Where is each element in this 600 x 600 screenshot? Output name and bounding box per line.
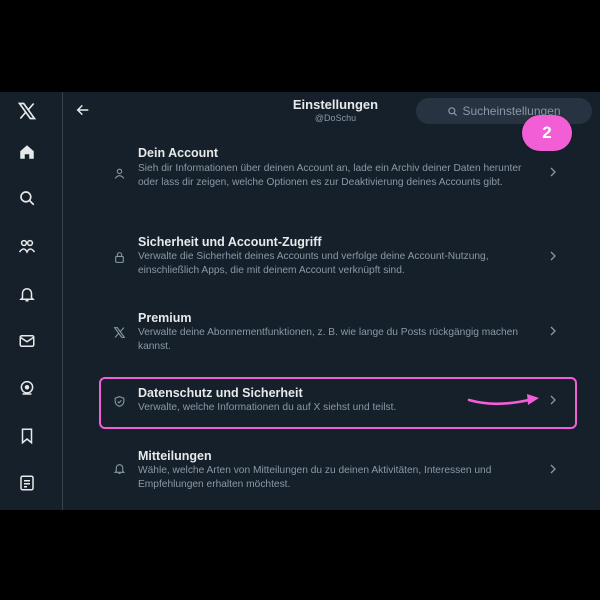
settings-item-description: Verwalte deine Abonnementfunktionen, z. … bbox=[138, 327, 519, 352]
messages-icon[interactable] bbox=[14, 328, 40, 354]
communities-icon[interactable] bbox=[14, 233, 40, 259]
settings-item-description: Sieh dir Informationen über deinen Accou… bbox=[138, 163, 522, 188]
search-icon bbox=[448, 106, 458, 116]
settings-item-description: Wähle, welche Arten von Mitteilungen du … bbox=[138, 465, 492, 490]
x-icon bbox=[112, 325, 126, 339]
x-logo-icon[interactable] bbox=[14, 98, 40, 124]
arrow-annotation-icon bbox=[467, 394, 539, 406]
account-handle: @DoSchu bbox=[314, 113, 357, 123]
settings-item-premium[interactable]: Premium Verwalte deine Abonnementfunktio… bbox=[63, 304, 600, 360]
settings-item-title: Mitteilungen bbox=[138, 449, 212, 463]
chevron-right-icon bbox=[547, 250, 559, 262]
chevron-right-icon bbox=[547, 166, 559, 178]
settings-item-description: Verwalte die Sicherheit deines Accounts … bbox=[138, 251, 489, 276]
bookmarks-icon[interactable] bbox=[14, 423, 40, 449]
lock-icon bbox=[112, 250, 126, 264]
home-icon[interactable] bbox=[14, 139, 40, 165]
sidebar bbox=[0, 92, 63, 510]
settings-item-title: Dein Account bbox=[138, 146, 219, 160]
settings-item-account[interactable]: Dein Account Sieh dir Informationen über… bbox=[63, 136, 600, 206]
search-icon[interactable] bbox=[14, 185, 40, 211]
chevron-right-icon bbox=[547, 463, 559, 475]
settings-item-security[interactable]: Sicherheit und Account-Zugriff Verwalte … bbox=[63, 226, 600, 286]
arrow-left-icon bbox=[76, 104, 89, 116]
back-button[interactable] bbox=[72, 99, 94, 121]
lists-icon[interactable] bbox=[14, 470, 40, 496]
person-icon bbox=[112, 166, 126, 180]
shield-icon bbox=[112, 394, 126, 408]
settings-window: Einstellungen @DoSchu Sucheinstellungen … bbox=[0, 92, 600, 510]
settings-item-notifications[interactable]: Mitteilungen Wähle, welche Arten von Mit… bbox=[63, 444, 600, 506]
settings-panel: Einstellungen @DoSchu Sucheinstellungen … bbox=[63, 92, 600, 510]
chevron-right-icon bbox=[547, 325, 559, 337]
bell-icon bbox=[112, 461, 126, 475]
page-title: Einstellungen bbox=[292, 97, 379, 112]
settings-item-title: Premium bbox=[138, 311, 192, 325]
settings-item-title: Datenschutz und Sicherheit bbox=[138, 386, 303, 400]
notifications-icon[interactable] bbox=[14, 281, 40, 307]
chevron-right-icon bbox=[547, 394, 559, 406]
settings-item-title: Sicherheit und Account-Zugriff bbox=[138, 235, 322, 249]
grok-icon[interactable] bbox=[14, 375, 40, 401]
